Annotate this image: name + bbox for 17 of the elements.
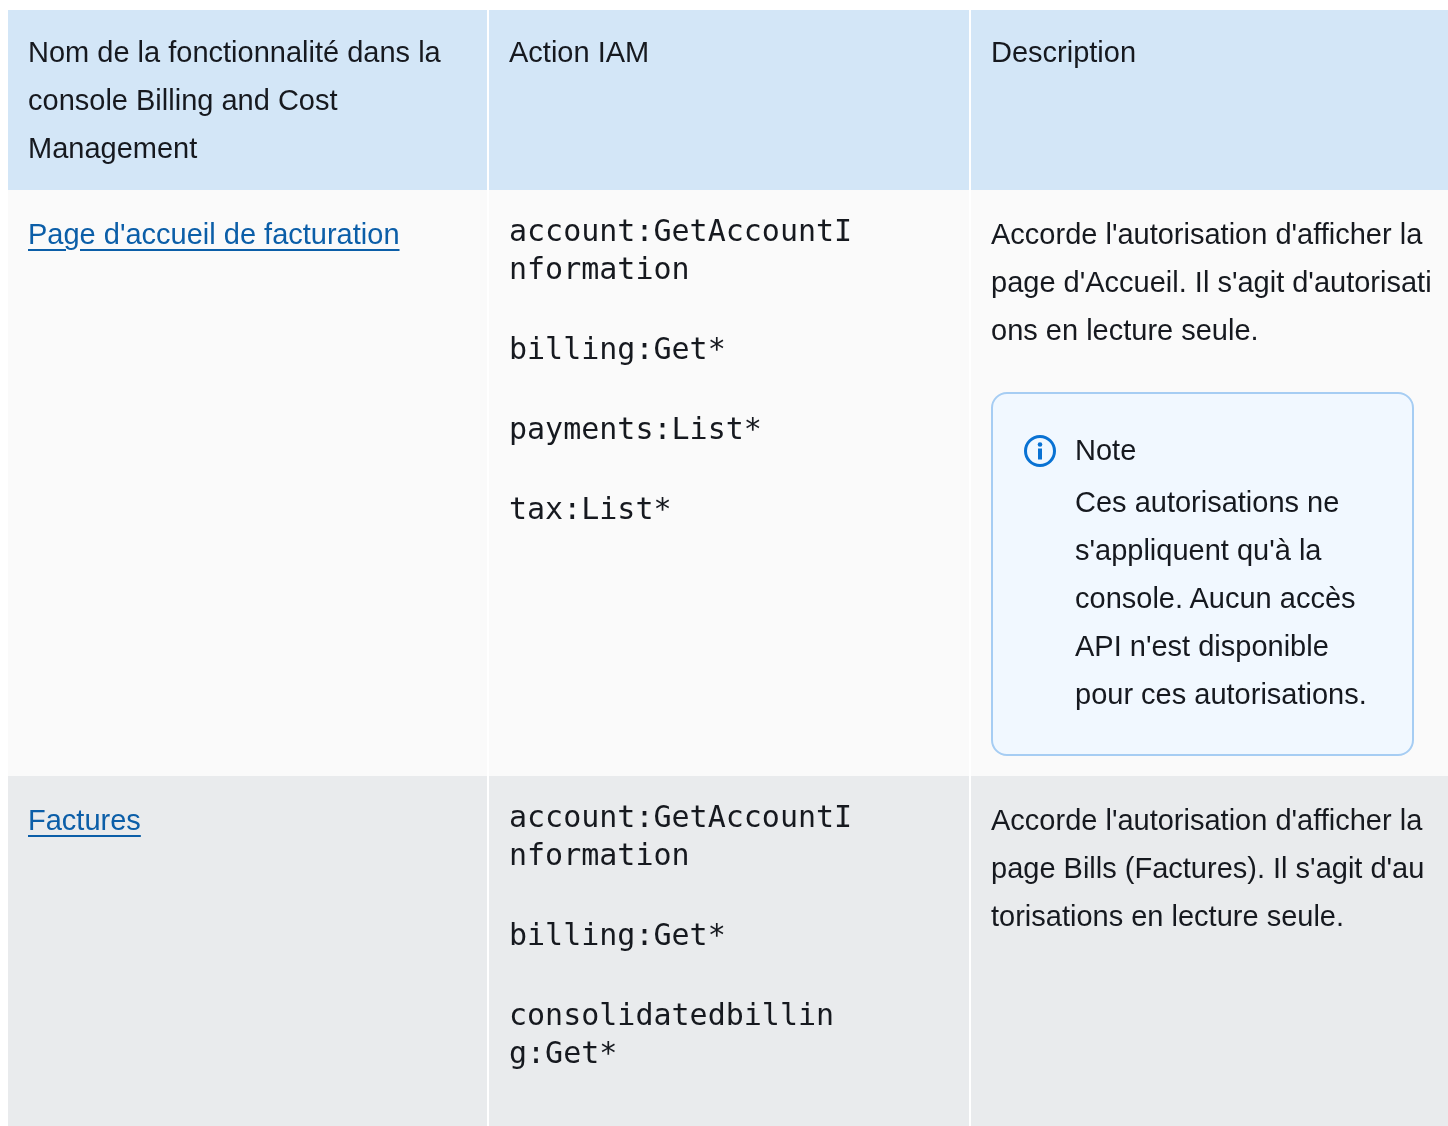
iam-action: billing:Get* xyxy=(509,330,727,368)
column-header: Description xyxy=(971,10,1448,190)
description-text: Accorde l'autorisation d'afficher la page Bills (Factures). Il s'agit d'autorisations en lecture seule. xyxy=(991,803,1426,934)
iam-action: account:GetAccountInformation xyxy=(509,212,854,288)
feature-link[interactable]: Page d'accueil de facturation xyxy=(28,218,400,250)
iam-action: account:GetAccountInformation xyxy=(509,798,854,874)
description-text: Accorde l'autorisation d'afficher la page d'Accueil. Il s'agit d'autorisations en lecture seule. xyxy=(991,217,1432,348)
iam-action: billing:Get* xyxy=(509,916,727,954)
iam-action: payments:List* xyxy=(509,410,763,448)
column-header: Nom de la fonctionnalité dans la console Billing and Cost Management xyxy=(8,10,487,190)
iam-action: tax:List* xyxy=(509,490,673,528)
column-header: Action IAM xyxy=(489,10,969,190)
iam-action: consolidatedbilling:Get* xyxy=(509,996,836,1072)
feature-link[interactable]: Factures xyxy=(28,804,141,836)
note-text: Ces autorisations ne s'appliquent qu'à la console. Aucun accès API n'est disponible pour ces autorisations. xyxy=(1075,485,1368,712)
note-title: Note xyxy=(1075,433,1138,468)
info-icon xyxy=(1023,434,1057,468)
